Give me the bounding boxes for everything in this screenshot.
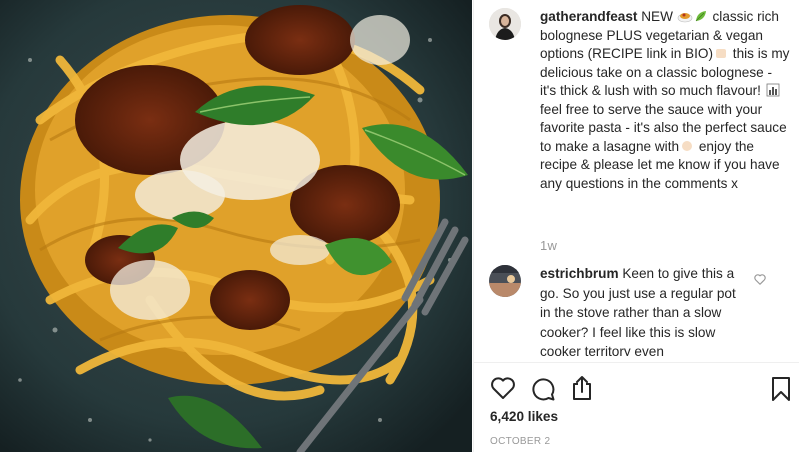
pasta-photo <box>0 0 472 452</box>
post-image[interactable] <box>0 0 472 452</box>
comment: estrichbrum Keen to give this a go. So y… <box>540 264 750 356</box>
commenter-avatar[interactable] <box>489 265 521 297</box>
author-username[interactable]: gatherandfeast <box>540 9 637 24</box>
author-avatar[interactable] <box>489 8 521 40</box>
caption-text-1: NEW <box>637 9 677 24</box>
bookmark-icon[interactable] <box>770 376 792 407</box>
small-heart-icon[interactable] <box>753 272 767 286</box>
chart-emoji-icon <box>765 83 781 97</box>
hand-emoji-icon <box>713 46 729 60</box>
speech-bubble-icon[interactable] <box>530 376 556 407</box>
likes-count[interactable]: 6,420 likes <box>490 409 558 424</box>
heart-icon[interactable] <box>490 376 516 405</box>
share-icon[interactable] <box>570 375 594 406</box>
comment-username[interactable]: estrichbrum <box>540 266 619 281</box>
post-actions-bar: 6,420 likes OCTOBER 2 <box>474 362 799 453</box>
post-caption: gatherandfeast NEW classic rich bolognes… <box>540 8 790 193</box>
post-time-ago[interactable]: 1w <box>540 238 557 253</box>
point-emoji-icon <box>679 139 695 153</box>
spaghetti-emoji-icon <box>677 9 693 23</box>
post-details-panel: gatherandfeast NEW classic rich bolognes… <box>473 0 799 453</box>
post-date[interactable]: OCTOBER 2 <box>490 436 550 447</box>
herb-emoji-icon <box>693 9 709 23</box>
